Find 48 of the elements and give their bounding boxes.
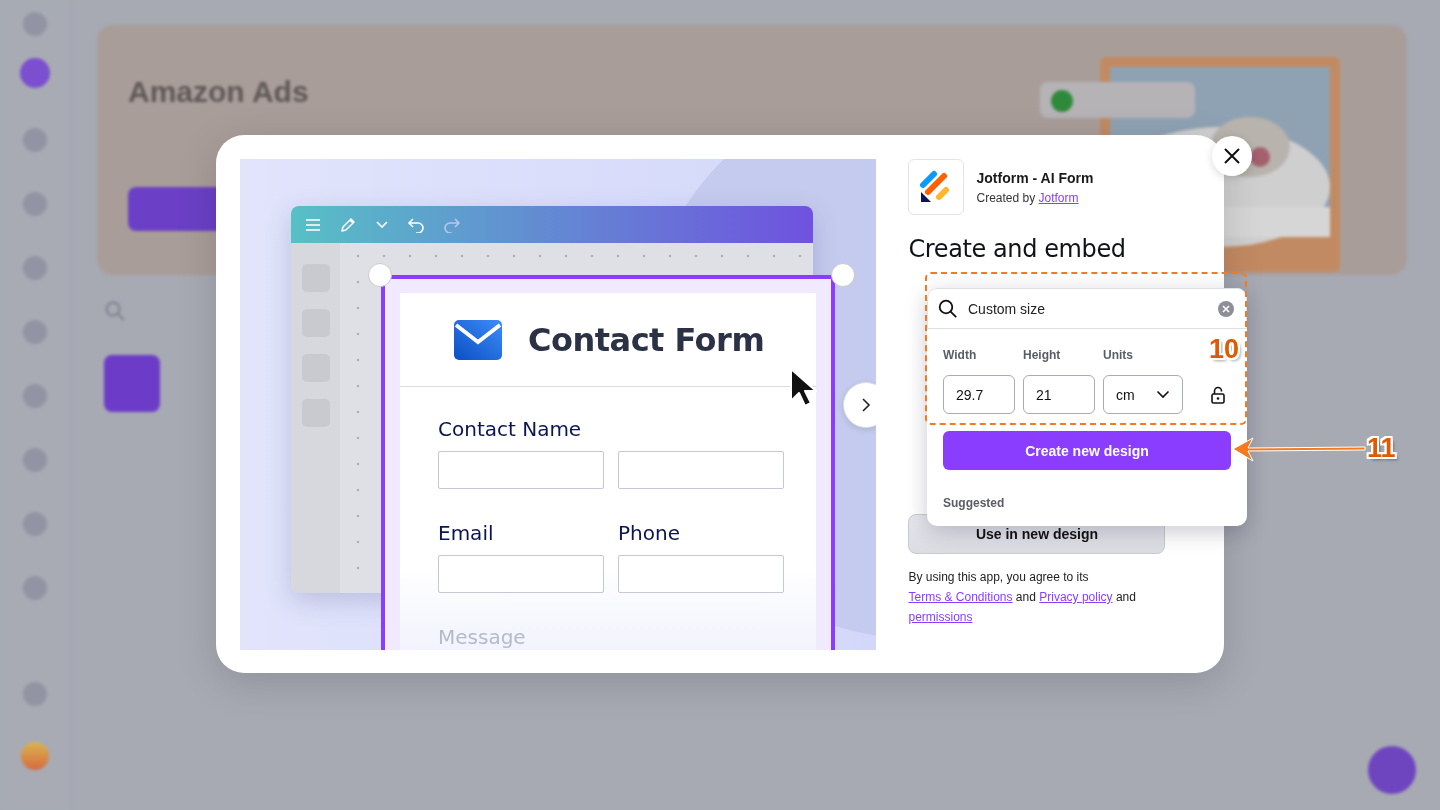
field-label: Height <box>1023 348 1062 362</box>
app-tile[interactable] <box>104 355 160 412</box>
status-dot <box>1051 90 1073 112</box>
creator-link[interactable]: Jotform <box>1038 190 1079 205</box>
undo-icon[interactable] <box>407 216 425 233</box>
create-button[interactable] <box>20 58 50 88</box>
text-link[interactable]: Terms & Conditions <box>908 590 1013 604</box>
chat-button[interactable] <box>1368 746 1416 794</box>
step-number: 10 <box>1209 334 1240 365</box>
text-link[interactable]: Privacy policy <box>1039 590 1113 604</box>
input-field[interactable] <box>438 555 604 593</box>
text-link[interactable]: permissions <box>908 610 973 624</box>
creator-label: Created by <box>976 190 1037 205</box>
avatar[interactable] <box>21 742 49 770</box>
field-label: Units <box>1103 348 1134 362</box>
form-title: Contact Form <box>528 320 765 359</box>
redo-icon[interactable] <box>443 216 461 233</box>
step-number: 11 <box>1367 433 1396 464</box>
clear-button[interactable] <box>1218 300 1234 317</box>
create-new-design-button[interactable]: Create new design <box>943 431 1231 470</box>
search-icon <box>938 298 958 319</box>
menu-icon[interactable] <box>305 217 321 232</box>
input-field[interactable] <box>618 555 784 593</box>
pencil-icon[interactable] <box>339 215 357 234</box>
field-label: Width <box>943 348 978 362</box>
app-heading: Create and embed <box>908 235 1127 263</box>
chevron-down-icon[interactable] <box>375 219 389 230</box>
close-icon <box>1222 304 1230 313</box>
field-label: Phone <box>618 521 681 545</box>
envelope-icon <box>454 319 502 360</box>
app-name: Jotform - AI Form <box>976 169 1094 186</box>
input-field[interactable] <box>438 451 604 489</box>
input-field[interactable] <box>618 451 784 489</box>
chevron-down-icon <box>1156 390 1170 399</box>
unlock-icon[interactable] <box>1211 386 1225 404</box>
field-label: Message <box>438 625 527 649</box>
field-label: Email <box>438 521 495 545</box>
search-field[interactable]: Custom size <box>927 288 1247 329</box>
input-field[interactable]: 29.7 <box>943 375 1015 414</box>
chevron-right-icon <box>861 398 871 412</box>
unit-dropdown[interactable]: cm <box>1103 375 1183 414</box>
terms-text: By using this app, you agree to its Terms & Conditions and Privacy policy and permissions <box>908 569 1137 626</box>
banner-title: Amazon Ads <box>128 75 309 109</box>
section-heading: Suggested <box>943 496 1006 510</box>
close-icon <box>1223 147 1241 165</box>
field-label: Contact Name <box>438 417 583 441</box>
input-field[interactable]: 21 <box>1023 375 1095 414</box>
search-icon <box>104 300 126 322</box>
